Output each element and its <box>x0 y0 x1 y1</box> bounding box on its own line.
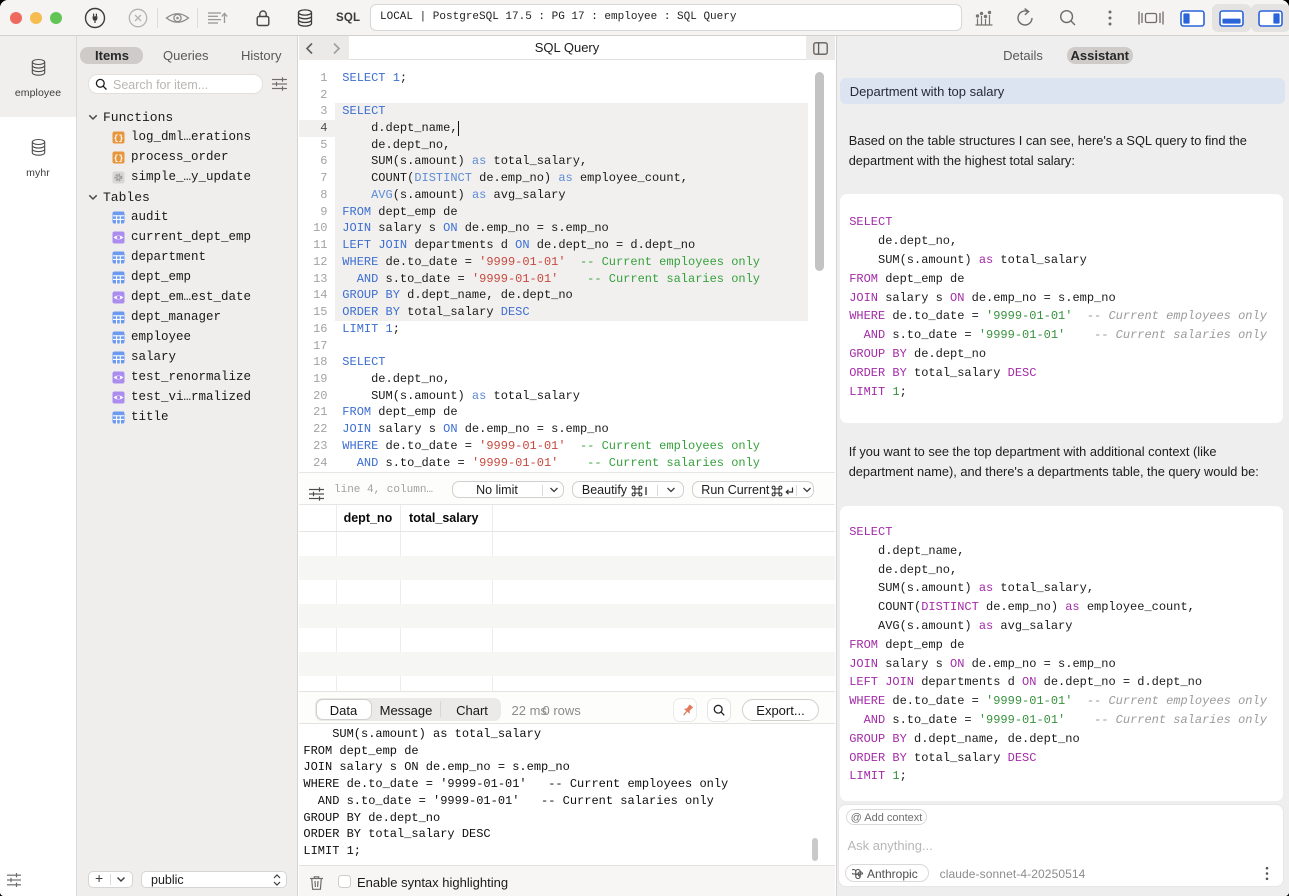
svg-text:{}: {} <box>114 153 124 163</box>
svg-text:{}: {} <box>114 133 124 143</box>
